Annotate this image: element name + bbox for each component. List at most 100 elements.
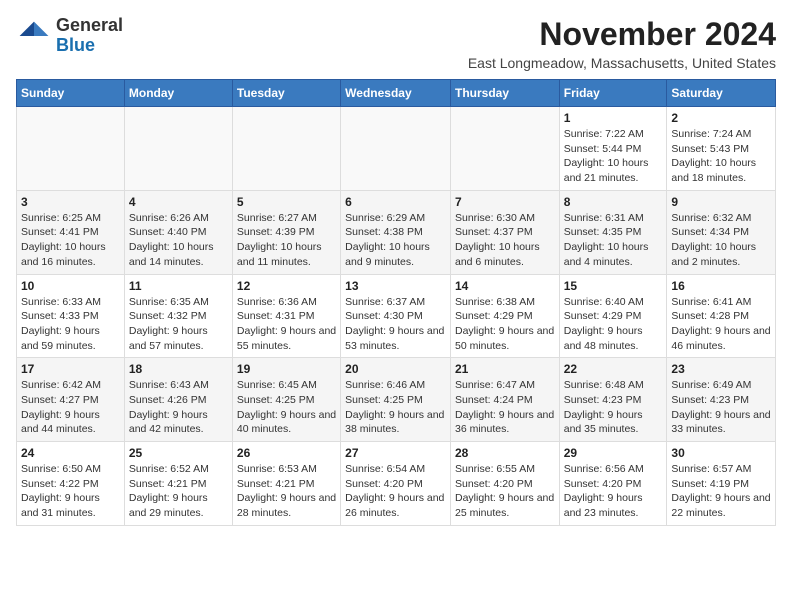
calendar-cell: 17 Sunrise: 6:42 AM Sunset: 4:27 PM Dayli…	[17, 358, 125, 442]
day-number: 16	[671, 279, 771, 293]
day-number: 10	[21, 279, 120, 293]
calendar-cell	[341, 107, 451, 191]
calendar: SundayMondayTuesdayWednesdayThursdayFrid…	[16, 79, 776, 526]
calendar-header: SundayMondayTuesdayWednesdayThursdayFrid…	[17, 80, 776, 107]
day-info: Sunrise: 6:35 AM Sunset: 4:32 PM Dayligh…	[129, 295, 228, 354]
day-number: 11	[129, 279, 228, 293]
day-number: 4	[129, 195, 228, 209]
day-info: Sunrise: 6:52 AM Sunset: 4:21 PM Dayligh…	[129, 462, 228, 521]
weekday-header-monday: Monday	[124, 80, 232, 107]
logo-icon	[16, 18, 52, 54]
day-info: Sunrise: 6:32 AM Sunset: 4:34 PM Dayligh…	[671, 211, 771, 270]
day-number: 28	[455, 446, 555, 460]
calendar-week-3: 10 Sunrise: 6:33 AM Sunset: 4:33 PM Dayli…	[17, 274, 776, 358]
day-info: Sunrise: 6:42 AM Sunset: 4:27 PM Dayligh…	[21, 378, 120, 437]
day-number: 21	[455, 362, 555, 376]
weekday-header-wednesday: Wednesday	[341, 80, 451, 107]
day-number: 17	[21, 362, 120, 376]
calendar-cell: 18 Sunrise: 6:43 AM Sunset: 4:26 PM Dayli…	[124, 358, 232, 442]
day-info: Sunrise: 6:55 AM Sunset: 4:20 PM Dayligh…	[455, 462, 555, 521]
calendar-cell: 19Sunrise: 6:45 AM Sunset: 4:25 PM Dayli…	[232, 358, 340, 442]
day-number: 5	[237, 195, 336, 209]
day-number: 8	[564, 195, 663, 209]
calendar-cell: 3 Sunrise: 6:25 AM Sunset: 4:41 PM Daylig…	[17, 190, 125, 274]
calendar-cell: 23 Sunrise: 6:49 AM Sunset: 4:23 PM Dayli…	[667, 358, 776, 442]
weekday-header-thursday: Thursday	[450, 80, 559, 107]
day-info: Sunrise: 6:33 AM Sunset: 4:33 PM Dayligh…	[21, 295, 120, 354]
day-number: 7	[455, 195, 555, 209]
calendar-cell: 14 Sunrise: 6:38 AM Sunset: 4:29 PM Dayli…	[450, 274, 559, 358]
calendar-cell: 25 Sunrise: 6:52 AM Sunset: 4:21 PM Dayli…	[124, 442, 232, 526]
day-number: 18	[129, 362, 228, 376]
calendar-cell: 22Sunrise: 6:48 AM Sunset: 4:23 PM Dayli…	[559, 358, 667, 442]
day-info: Sunrise: 7:24 AM Sunset: 5:43 PM Dayligh…	[671, 127, 771, 186]
calendar-cell: 7 Sunrise: 6:30 AM Sunset: 4:37 PM Daylig…	[450, 190, 559, 274]
calendar-week-4: 17 Sunrise: 6:42 AM Sunset: 4:27 PM Dayli…	[17, 358, 776, 442]
day-number: 29	[564, 446, 663, 460]
day-info: Sunrise: 6:50 AM Sunset: 4:22 PM Dayligh…	[21, 462, 120, 521]
day-info: Sunrise: 6:38 AM Sunset: 4:29 PM Dayligh…	[455, 295, 555, 354]
day-number: 20	[345, 362, 446, 376]
day-info: Sunrise: 6:41 AM Sunset: 4:28 PM Dayligh…	[671, 295, 771, 354]
calendar-cell: 1 Sunrise: 7:22 AM Sunset: 5:44 PM Daylig…	[559, 107, 667, 191]
calendar-week-1: 1 Sunrise: 7:22 AM Sunset: 5:44 PM Daylig…	[17, 107, 776, 191]
day-info: Sunrise: 6:30 AM Sunset: 4:37 PM Dayligh…	[455, 211, 555, 270]
calendar-cell: 13 Sunrise: 6:37 AM Sunset: 4:30 PM Dayli…	[341, 274, 451, 358]
calendar-cell	[17, 107, 125, 191]
weekday-header-friday: Friday	[559, 80, 667, 107]
calendar-cell: 12Sunrise: 6:36 AM Sunset: 4:31 PM Dayli…	[232, 274, 340, 358]
logo-blue: Blue	[56, 35, 95, 55]
day-info: Sunrise: 6:43 AM Sunset: 4:26 PM Dayligh…	[129, 378, 228, 437]
day-info: Sunrise: 6:29 AM Sunset: 4:38 PM Dayligh…	[345, 211, 446, 270]
day-info: Sunrise: 7:22 AM Sunset: 5:44 PM Dayligh…	[564, 127, 663, 186]
day-number: 30	[671, 446, 771, 460]
day-info: Sunrise: 6:49 AM Sunset: 4:23 PM Dayligh…	[671, 378, 771, 437]
day-number: 12	[237, 279, 336, 293]
calendar-cell: 15 Sunrise: 6:40 AM Sunset: 4:29 PM Dayli…	[559, 274, 667, 358]
day-info: Sunrise: 6:25 AM Sunset: 4:41 PM Dayligh…	[21, 211, 120, 270]
calendar-body: 1 Sunrise: 7:22 AM Sunset: 5:44 PM Daylig…	[17, 107, 776, 526]
day-number: 14	[455, 279, 555, 293]
weekday-row: SundayMondayTuesdayWednesdayThursdayFrid…	[17, 80, 776, 107]
day-info: Sunrise: 6:40 AM Sunset: 4:29 PM Dayligh…	[564, 295, 663, 354]
day-info: Sunrise: 6:26 AM Sunset: 4:40 PM Dayligh…	[129, 211, 228, 270]
day-number: 25	[129, 446, 228, 460]
calendar-cell: 26Sunrise: 6:53 AM Sunset: 4:21 PM Dayli…	[232, 442, 340, 526]
calendar-cell: 8 Sunrise: 6:31 AM Sunset: 4:35 PM Daylig…	[559, 190, 667, 274]
calendar-cell: 28 Sunrise: 6:55 AM Sunset: 4:20 PM Dayli…	[450, 442, 559, 526]
day-info: Sunrise: 6:37 AM Sunset: 4:30 PM Dayligh…	[345, 295, 446, 354]
day-number: 15	[564, 279, 663, 293]
day-info: Sunrise: 6:45 AM Sunset: 4:25 PM Dayligh…	[237, 378, 336, 437]
calendar-cell: 21Sunrise: 6:47 AM Sunset: 4:24 PM Dayli…	[450, 358, 559, 442]
day-number: 13	[345, 279, 446, 293]
calendar-cell: 5 Sunrise: 6:27 AM Sunset: 4:39 PM Daylig…	[232, 190, 340, 274]
calendar-cell: 16 Sunrise: 6:41 AM Sunset: 4:28 PM Dayli…	[667, 274, 776, 358]
day-number: 24	[21, 446, 120, 460]
day-info: Sunrise: 6:27 AM Sunset: 4:39 PM Dayligh…	[237, 211, 336, 270]
calendar-week-2: 3 Sunrise: 6:25 AM Sunset: 4:41 PM Daylig…	[17, 190, 776, 274]
weekday-header-saturday: Saturday	[667, 80, 776, 107]
calendar-cell	[232, 107, 340, 191]
calendar-cell: 6 Sunrise: 6:29 AM Sunset: 4:38 PM Daylig…	[341, 190, 451, 274]
calendar-week-5: 24 Sunrise: 6:50 AM Sunset: 4:22 PM Dayli…	[17, 442, 776, 526]
day-number: 3	[21, 195, 120, 209]
day-number: 9	[671, 195, 771, 209]
day-number: 2	[671, 111, 771, 125]
day-info: Sunrise: 6:31 AM Sunset: 4:35 PM Dayligh…	[564, 211, 663, 270]
header: General Blue November 2024 East Longmead…	[16, 16, 776, 71]
calendar-cell	[450, 107, 559, 191]
calendar-cell: 20 Sunrise: 6:46 AM Sunset: 4:25 PM Dayli…	[341, 358, 451, 442]
day-number: 22	[564, 362, 663, 376]
calendar-cell: 29 Sunrise: 6:56 AM Sunset: 4:20 PM Dayli…	[559, 442, 667, 526]
weekday-header-sunday: Sunday	[17, 80, 125, 107]
day-number: 6	[345, 195, 446, 209]
calendar-cell: 4 Sunrise: 6:26 AM Sunset: 4:40 PM Daylig…	[124, 190, 232, 274]
day-number: 1	[564, 111, 663, 125]
day-number: 26	[237, 446, 336, 460]
weekday-header-tuesday: Tuesday	[232, 80, 340, 107]
day-info: Sunrise: 6:56 AM Sunset: 4:20 PM Dayligh…	[564, 462, 663, 521]
day-info: Sunrise: 6:46 AM Sunset: 4:25 PM Dayligh…	[345, 378, 446, 437]
calendar-cell: 27Sunrise: 6:54 AM Sunset: 4:20 PM Dayli…	[341, 442, 451, 526]
day-number: 23	[671, 362, 771, 376]
calendar-cell: 10 Sunrise: 6:33 AM Sunset: 4:33 PM Dayli…	[17, 274, 125, 358]
